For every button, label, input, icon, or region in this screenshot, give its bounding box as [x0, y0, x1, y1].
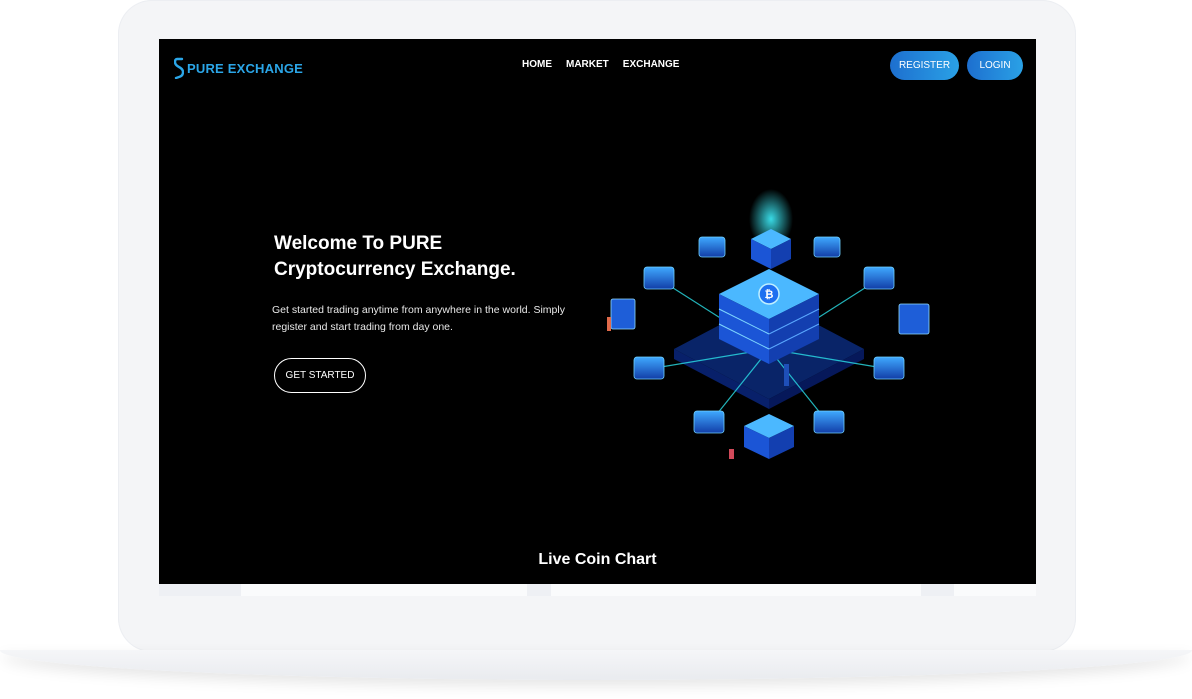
nav-home[interactable]: HOME: [522, 59, 552, 70]
svg-text:₿: ₿: [765, 288, 774, 301]
brand-name: PURE EXCHANGE: [187, 60, 304, 76]
laptop-base: [0, 650, 1192, 680]
main-nav: HOME MARKET EXCHANGE: [522, 59, 679, 70]
browser-viewport: PURE EXCHANGE HOME MARKET EXCHANGE REGIS…: [159, 39, 1036, 584]
hero-description: Get started trading anytime from anywher…: [272, 304, 565, 333]
crypto-network-illustration: ₿: [607, 189, 930, 459]
next-section-preview: [159, 584, 1036, 596]
nav-exchange[interactable]: EXCHANGE: [623, 59, 680, 70]
login-button[interactable]: LOGIN: [967, 51, 1023, 80]
get-started-button[interactable]: GET STARTED: [274, 358, 366, 393]
brand-logo[interactable]: PURE EXCHANGE: [174, 57, 303, 79]
hero-title-line1: Welcome To PURE: [274, 233, 443, 254]
hero-title: Welcome To PURE Cryptocurrency Exchange.: [274, 231, 594, 283]
live-coin-chart-heading: Live Coin Chart: [538, 551, 657, 568]
nav-market[interactable]: MARKET: [566, 59, 609, 70]
hero-title-line2: Cryptocurrency Exchange.: [274, 259, 516, 280]
logo-s-icon: [174, 57, 184, 79]
register-button[interactable]: REGISTER: [890, 51, 959, 80]
